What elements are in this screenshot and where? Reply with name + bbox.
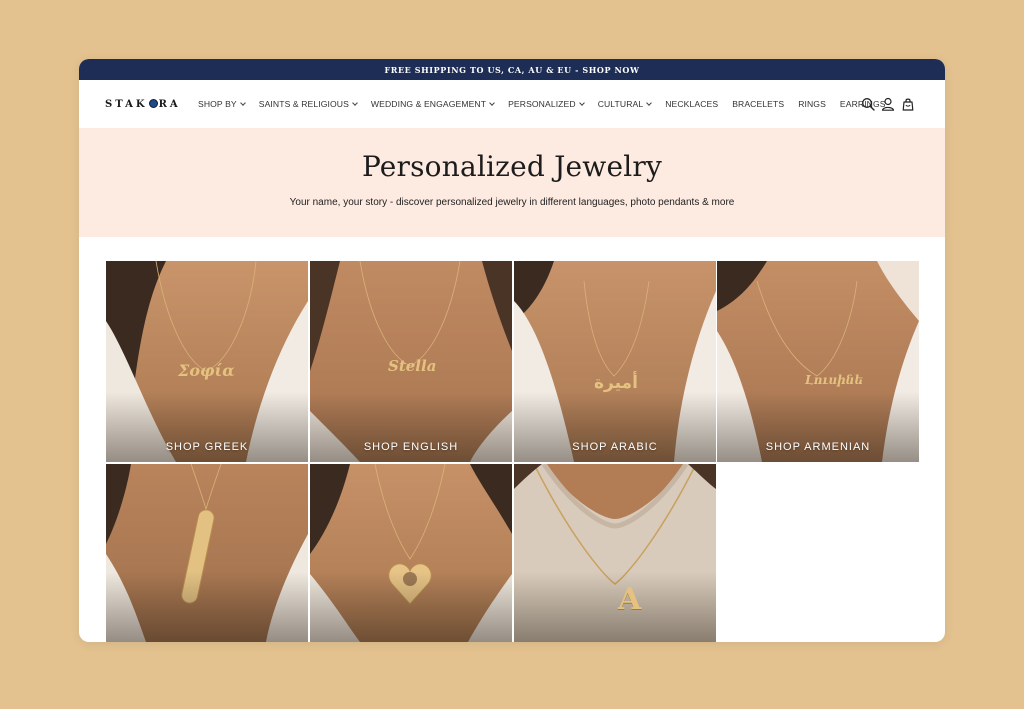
nav-label: BRACELETS xyxy=(732,99,785,109)
logo-text-end: RA xyxy=(158,99,181,110)
chevron-down-icon xyxy=(646,100,653,106)
announcement-bar[interactable]: FREE SHIPPING TO US, CA, AU & EU - SHOP … xyxy=(79,59,945,80)
tile-label[interactable]: SHOP ARABIC xyxy=(514,441,716,453)
collection-tile-photo-pendant[interactable] xyxy=(310,464,512,642)
pendant-text: A xyxy=(618,582,642,617)
chevron-down-icon xyxy=(239,100,246,106)
page-subtitle: Your name, your story - discover persona… xyxy=(289,197,735,208)
account-icon[interactable] xyxy=(881,97,895,111)
pendant-text: Σοφία xyxy=(178,361,235,380)
nav-label: SAINTS & RELIGIOUS xyxy=(258,99,349,109)
collection-tile-cartouche[interactable] xyxy=(106,464,308,642)
nav-label: SHOP BY xyxy=(198,99,237,109)
header-icons xyxy=(855,97,915,111)
nav-item-rings[interactable]: RINGS xyxy=(798,99,826,109)
tile-label[interactable]: SHOP ENGLISH xyxy=(310,441,512,453)
pendant-text: أميرة xyxy=(594,373,638,393)
nav-item-bracelets[interactable]: BRACELETS xyxy=(732,99,784,109)
nav-item-necklaces[interactable]: NECKLACES xyxy=(665,99,718,109)
announcement-text[interactable]: FREE SHIPPING TO US, CA, AU & EU - SHOP … xyxy=(384,65,639,75)
pendant-text: Stella xyxy=(388,357,437,375)
nav-label: PERSONALIZED xyxy=(508,99,576,109)
tile-shade xyxy=(106,572,308,642)
nav-item-cultural[interactable]: CULTURAL xyxy=(597,99,653,109)
collection-tile-initial[interactable]: A xyxy=(514,464,716,642)
nav-label: NECKLACES xyxy=(665,99,719,109)
chevron-down-icon xyxy=(578,100,585,106)
evil-eye-icon xyxy=(148,99,158,108)
nav-item-wedding-engagement[interactable]: WEDDING & ENGAGEMENT xyxy=(370,99,495,109)
collection-grid: Σοφία SHOP GREEK Stella SHOP ENGLISH أمي… xyxy=(106,261,919,642)
tile-shade xyxy=(310,572,512,642)
collection-hero: Personalized Jewelry Your name, your sto… xyxy=(79,128,945,237)
nav-item-saints-religious[interactable]: SAINTS & RELIGIOUS xyxy=(258,99,358,109)
cart-icon[interactable] xyxy=(901,97,915,111)
collection-tile-english[interactable]: Stella SHOP ENGLISH xyxy=(310,261,512,462)
nav-label: WEDDING & ENGAGEMENT xyxy=(370,99,487,109)
tile-shade xyxy=(514,572,716,642)
browser-window: FREE SHIPPING TO US, CA, AU & EU - SHOP … xyxy=(79,59,945,642)
tile-label[interactable]: SHOP GREEK xyxy=(106,441,308,453)
page-title: Personalized Jewelry xyxy=(361,150,663,183)
chevron-down-icon xyxy=(352,100,358,106)
chevron-down-icon xyxy=(489,100,495,106)
main-nav: SHOP BY SAINTS & RELIGIOUS WEDDING & ENG… xyxy=(198,80,900,128)
nav-item-personalized[interactable]: PERSONALIZED xyxy=(508,99,585,109)
nav-label: CULTURAL xyxy=(597,99,644,109)
nav-item-shop-by[interactable]: SHOP BY xyxy=(198,99,246,109)
nav-label: RINGS xyxy=(798,99,826,109)
logo-text-start: STAK xyxy=(105,99,148,110)
brand-logo[interactable]: STAK RA xyxy=(105,99,181,110)
pendant-text: Լուսինե xyxy=(805,373,864,387)
search-icon[interactable] xyxy=(861,97,875,111)
collection-tile-greek[interactable]: Σοφία SHOP GREEK xyxy=(106,261,308,462)
tile-label[interactable]: SHOP ARMENIAN xyxy=(717,441,919,453)
site-header: STAK RA SHOP BY SAINTS & RELIGIOUS WEDDIN… xyxy=(79,80,945,128)
collection-tile-arabic[interactable]: أميرة SHOP ARABIC xyxy=(514,261,716,462)
collection-tile-armenian[interactable]: Լուսինե SHOP ARMENIAN xyxy=(717,261,919,462)
